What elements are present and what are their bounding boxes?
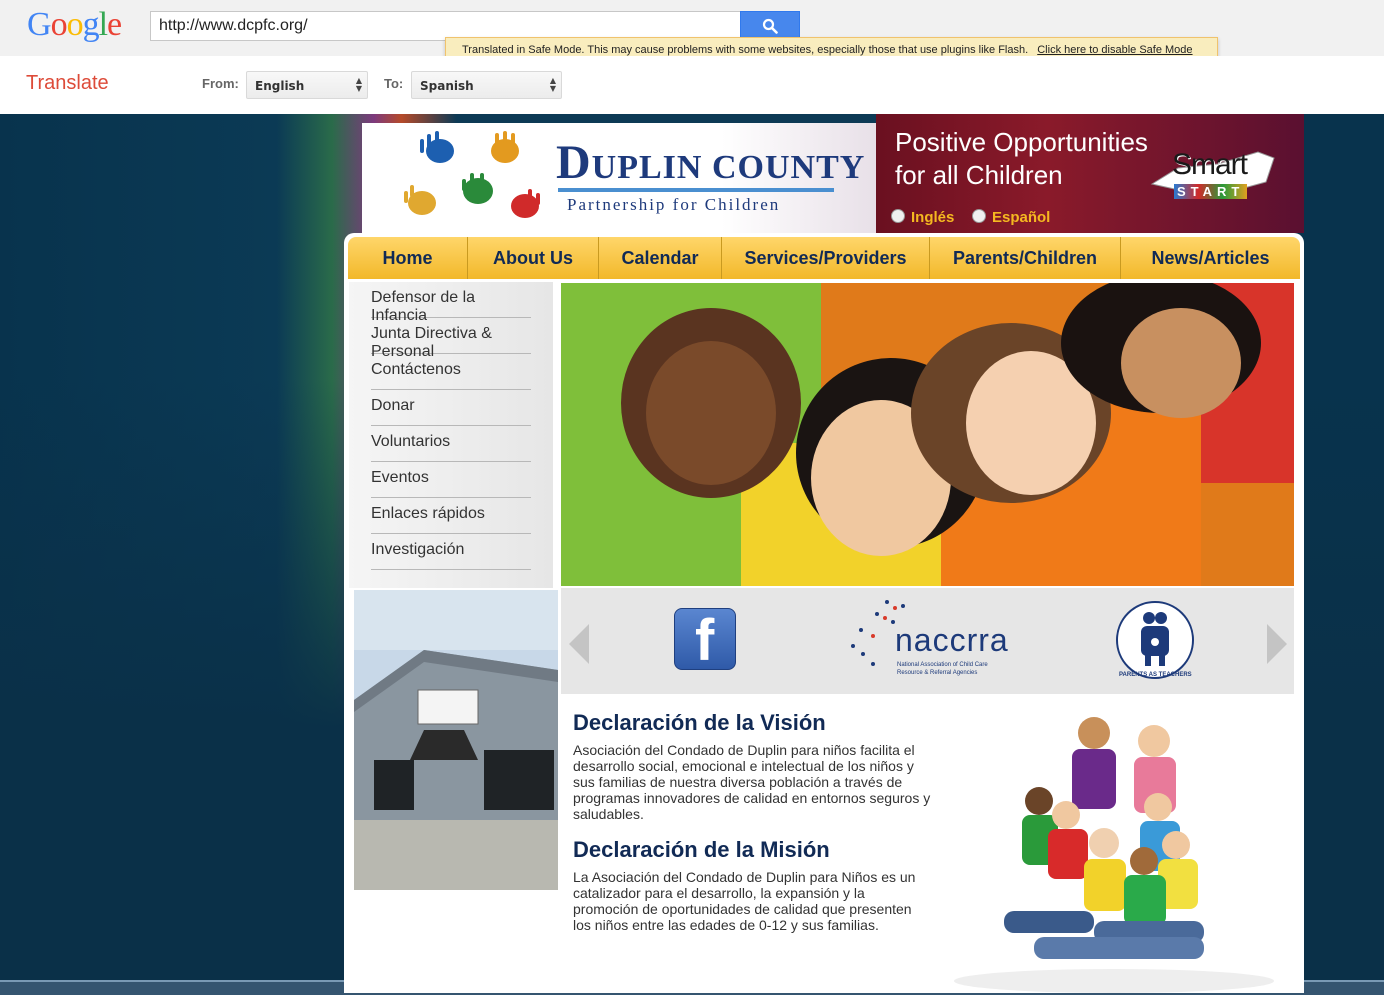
naccrra-name: naccrra bbox=[895, 622, 1009, 658]
children-group-photo bbox=[944, 711, 1284, 993]
site-logo[interactable]: DUPLIN COUNTY Partnership for Children bbox=[362, 123, 876, 233]
lang-option-english[interactable]: Inglés bbox=[891, 209, 954, 226]
carousel-prev-icon[interactable] bbox=[569, 624, 591, 664]
from-label: From: bbox=[202, 76, 239, 91]
disable-safe-mode-link[interactable]: Click here to disable Safe Mode bbox=[1037, 44, 1192, 56]
nav-news-articles[interactable]: News/Articles bbox=[1121, 237, 1300, 279]
office-building-photo bbox=[354, 590, 558, 890]
mission-title: Declaración de la Misión bbox=[573, 837, 830, 862]
logo-title-rest: UPLIN COUNTY bbox=[591, 149, 866, 186]
side-menu-item[interactable]: Investigación bbox=[371, 541, 531, 570]
safe-mode-message: Translated in Safe Mode. This may cause … bbox=[462, 44, 1029, 56]
to-language-value: Spanish bbox=[420, 79, 474, 93]
naccrra-logo[interactable]: naccrra National Association of Child Ca… bbox=[847, 596, 1027, 686]
side-menu-item[interactable]: Enlaces rápidos bbox=[371, 505, 531, 534]
nav-calendar[interactable]: Calendar bbox=[599, 237, 722, 279]
google-translate-header: Google Translated in Safe Mode. This may… bbox=[0, 0, 1384, 63]
partner-logo-carousel: f naccrra National Association of Child … bbox=[561, 588, 1294, 694]
smart-start-word: Smart bbox=[1172, 148, 1248, 181]
to-label: To: bbox=[384, 76, 404, 91]
main-content-panel: Home About Us Calendar Services/Provider… bbox=[344, 233, 1304, 993]
radio-icon bbox=[891, 209, 905, 223]
search-icon bbox=[762, 18, 778, 34]
tagline-banner: Positive Opportunities for all Children … bbox=[876, 114, 1304, 233]
lang-option-spanish[interactable]: Español bbox=[972, 209, 1050, 226]
select-arrows-icon: ▲ ▼ bbox=[549, 76, 556, 93]
lang-spanish-label: Español bbox=[992, 209, 1051, 226]
to-language-select[interactable]: Spanish ▲ ▼ bbox=[411, 71, 562, 99]
hero-photo-children bbox=[561, 283, 1294, 586]
vision-text: Asociación del Condado de Duplin para ni… bbox=[573, 742, 931, 822]
logo-rule bbox=[558, 188, 834, 192]
nav-services-providers[interactable]: Services/Providers bbox=[722, 237, 930, 279]
parents-as-teachers-logo[interactable]: PARENTS AS TEACHERS bbox=[1115, 598, 1195, 684]
logo-title: DUPLIN COUNTY bbox=[556, 135, 865, 190]
naccrra-sub-2: Resource & Referral Agencies bbox=[897, 670, 978, 676]
facebook-icon[interactable]: f bbox=[674, 608, 736, 673]
children-group-illustration bbox=[954, 717, 1274, 993]
lang-english-label: Inglés bbox=[911, 209, 955, 226]
tagline-line-1: Positive Opportunities bbox=[895, 127, 1148, 157]
naccrra-sub-1: National Association of Child Care bbox=[897, 662, 988, 668]
vision-title: Declaración de la Visión bbox=[573, 710, 826, 735]
from-language-select[interactable]: English ▲ ▼ bbox=[246, 71, 368, 99]
side-menu-item[interactable]: Contáctenos bbox=[371, 361, 531, 390]
mission-text: La Asociación del Condado de Duplin para… bbox=[573, 869, 916, 933]
google-logo[interactable]: Google bbox=[27, 6, 122, 44]
building-illustration bbox=[354, 590, 558, 890]
side-menu-item[interactable]: Defensor de la Infancia bbox=[371, 289, 531, 324]
pat-text: PARENTS AS TEACHERS bbox=[1119, 672, 1192, 678]
translate-toolbar: Translate From: English ▲ ▼ To: Spanish ▲… bbox=[0, 56, 1384, 115]
main-nav: Home About Us Calendar Services/Provider… bbox=[348, 237, 1300, 279]
nav-home[interactable]: Home bbox=[348, 237, 468, 279]
smart-start-sub: START bbox=[1174, 184, 1248, 199]
children-photo-illustration bbox=[561, 283, 1294, 586]
side-menu-item[interactable]: Voluntarios bbox=[371, 433, 531, 462]
radio-icon bbox=[972, 209, 986, 223]
nav-about-us[interactable]: About Us bbox=[468, 237, 599, 279]
side-menu: Defensor de la Infancia Junta Directiva … bbox=[349, 282, 553, 588]
smart-start-logo: Smart START bbox=[1148, 146, 1278, 213]
side-menu-item[interactable]: Donar bbox=[371, 397, 531, 426]
nav-parents-children[interactable]: Parents/Children bbox=[930, 237, 1121, 279]
carousel-next-icon[interactable] bbox=[1267, 624, 1289, 664]
tagline: Positive Opportunities for all Children bbox=[895, 126, 1148, 192]
side-menu-item[interactable]: Eventos bbox=[371, 469, 531, 498]
logo-title-initial: D bbox=[556, 136, 592, 189]
side-menu-item[interactable]: Junta Directiva & Personal bbox=[371, 325, 531, 360]
from-language-value: English bbox=[255, 79, 305, 93]
select-arrows-icon: ▲ ▼ bbox=[355, 76, 362, 93]
tagline-line-2: for all Children bbox=[895, 160, 1063, 190]
handprints-icon bbox=[404, 131, 540, 218]
translate-title[interactable]: Translate bbox=[26, 72, 109, 95]
logo-subtitle: Partnership for Children bbox=[567, 195, 781, 214]
